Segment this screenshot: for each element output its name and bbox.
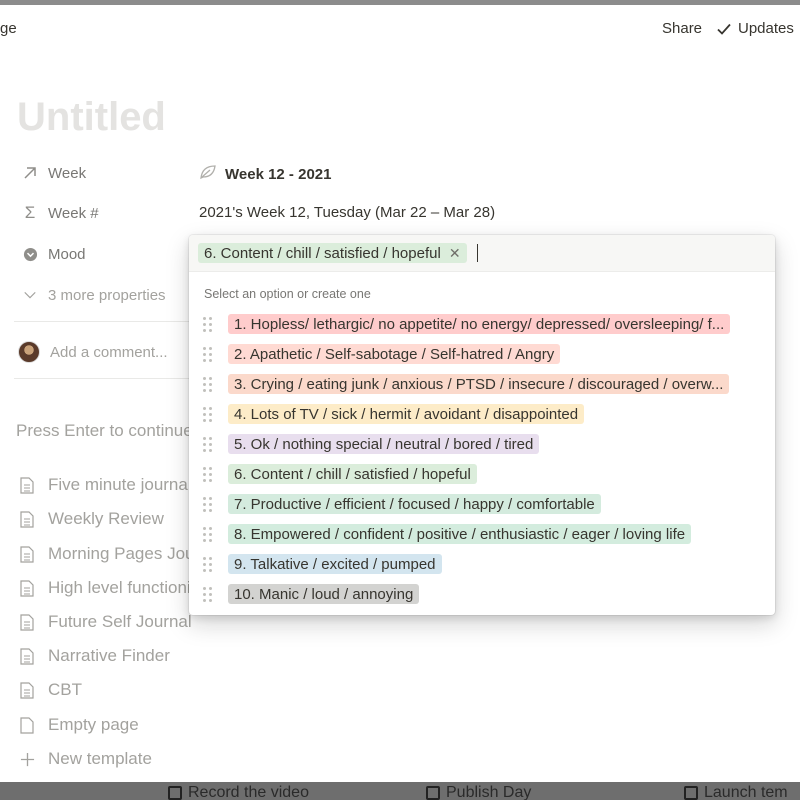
selected-option-chip[interactable]: 6. Content / chill / satisfied / hopeful… [198,243,467,263]
property-week-number[interactable]: Σ Week # [20,201,99,225]
background-board-strip: Record the video Publish Day Launch tem [0,782,800,800]
option-chip: 7. Productive / efficient / focused / ha… [228,494,601,514]
checkmark-icon [717,23,731,35]
template-label: Narrative Finder [48,646,170,665]
property-label: Mood [48,245,86,263]
drag-handle-icon[interactable] [203,526,215,542]
template-item[interactable]: CBT [18,679,82,701]
option-chip: 4. Lots of TV / sick / hermit / avoidant… [228,404,585,424]
drag-handle-icon[interactable] [203,586,215,602]
drag-handle-icon[interactable] [203,496,215,512]
drag-handle-icon[interactable] [203,346,215,362]
option-chip: 1. Hopless/ lethargic/ no appetite/ no e… [228,314,731,334]
mood-option[interactable]: 9. Talkative / excited / pumped [189,549,775,579]
comment-input[interactable]: Add a comment... [18,341,168,363]
properties-divider [14,321,190,322]
template-item[interactable]: Empty page [18,714,139,736]
mood-option[interactable]: 5. Ok / nothing special / neutral / bore… [189,429,775,459]
drag-handle-icon[interactable] [203,556,215,572]
template-item[interactable]: Future Self Journal [18,611,192,633]
drag-handle-icon[interactable] [203,436,215,452]
breadcrumb[interactable]: ge [0,20,17,37]
template-item[interactable]: High level functioning [18,577,210,599]
press-enter-hint: Press Enter to continue [16,421,193,440]
board-card: Publish Day [426,784,531,800]
property-label: 3 more properties [48,286,166,304]
option-chip: 2. Apathetic / Self-sabotage / Self-hatr… [228,344,561,364]
drag-handle-icon[interactable] [203,316,215,332]
new-template-button[interactable]: New template [18,748,152,770]
page-icon [18,646,36,666]
property-week-value[interactable]: Week 12 - 2021 [199,164,331,184]
template-label: Empty page [48,715,139,734]
checkbox-icon [426,786,440,800]
mood-option[interactable]: 2. Apathetic / Self-sabotage / Self-hatr… [189,339,775,369]
page-icon [18,544,36,564]
mood-option[interactable]: 7. Productive / efficient / focused / ha… [189,489,775,519]
leaf-icon [199,164,217,184]
comment-placeholder: Add a comment... [50,343,168,361]
checkbox-icon [684,786,698,800]
option-chip: 9. Talkative / excited / pumped [228,554,442,574]
mood-option[interactable]: 6. Content / chill / satisfied / hopeful [189,459,775,489]
drag-handle-icon[interactable] [203,466,215,482]
selected-option-label: 6. Content / chill / satisfied / hopeful [204,244,441,262]
template-item[interactable]: Narrative Finder [18,645,170,667]
mood-option[interactable]: 3. Crying / eating junk / anxious / PTSD… [189,369,775,399]
comment-divider [14,378,190,379]
mood-select-dropdown[interactable]: 6. Content / chill / satisfied / hopeful… [189,235,775,615]
property-label: Week # [48,204,99,222]
template-label: Five minute journal [48,475,192,494]
mood-option[interactable]: 10. Manic / loud / annoying [189,579,775,609]
window-top-border [0,0,800,5]
checkbox-icon [168,786,182,800]
property-week-number-value: 2021's Week 12, Tuesday (Mar 22 – Mar 28… [199,204,495,221]
page-title[interactable]: Untitled [17,95,166,140]
arrow-up-right-icon [20,163,40,183]
updates-label: Updates [738,20,794,37]
text-caret [476,244,478,262]
option-chip: 6. Content / chill / satisfied / hopeful [228,464,477,484]
page-icon [18,578,36,598]
option-chip: 8. Empowered / confident / positive / en… [228,524,692,544]
updates-button[interactable]: Updates [716,20,794,37]
template-label: New template [48,749,152,768]
board-card: Launch tem [684,784,788,800]
drag-handle-icon[interactable] [203,376,215,392]
template-label: High level functioning [48,578,210,597]
property-label: Week [48,164,87,182]
template-item[interactable]: Five minute journal [18,474,192,496]
remove-option-icon[interactable]: ✕ [449,245,461,262]
template-label: CBT [48,680,82,699]
plus-icon [18,749,36,769]
mood-select-input[interactable]: 6. Content / chill / satisfied / hopeful… [189,235,775,272]
mood-option[interactable]: 1. Hopless/ lethargic/ no appetite/ no e… [189,309,775,339]
template-label: Weekly Review [48,509,164,528]
week-formula-value: 2021's Week 12, Tuesday (Mar 22 – Mar 28… [199,204,496,221]
property-mood[interactable]: Mood [20,242,86,266]
template-label: Future Self Journal [48,612,192,631]
sigma-icon: Σ [24,203,36,222]
chevron-circle-icon [20,244,40,264]
page-icon [18,680,36,700]
mood-option[interactable]: 4. Lots of TV / sick / hermit / avoidant… [189,399,775,429]
dropdown-hint: Select an option or create one [204,287,371,301]
avatar [18,341,40,363]
template-item[interactable]: Weekly Review [18,508,164,530]
empty-page-icon [18,715,36,735]
property-week[interactable]: Week [20,161,86,185]
page-icon [18,475,36,495]
option-chip: 10. Manic / loud / annoying [228,584,420,604]
option-chip: 5. Ok / nothing special / neutral / bore… [228,434,540,454]
drag-handle-icon[interactable] [203,406,215,422]
more-properties-toggle[interactable]: 3 more properties [20,283,166,307]
week-relation-title: Week 12 - 2021 [225,165,332,183]
chevron-down-icon [20,285,40,305]
option-chip: 3. Crying / eating junk / anxious / PTSD… [228,374,730,394]
mood-option[interactable]: 8. Empowered / confident / positive / en… [189,519,775,549]
page-icon [18,612,36,632]
board-card: Record the video [168,784,309,800]
share-button[interactable]: Share [662,20,702,37]
page-icon [18,509,36,529]
